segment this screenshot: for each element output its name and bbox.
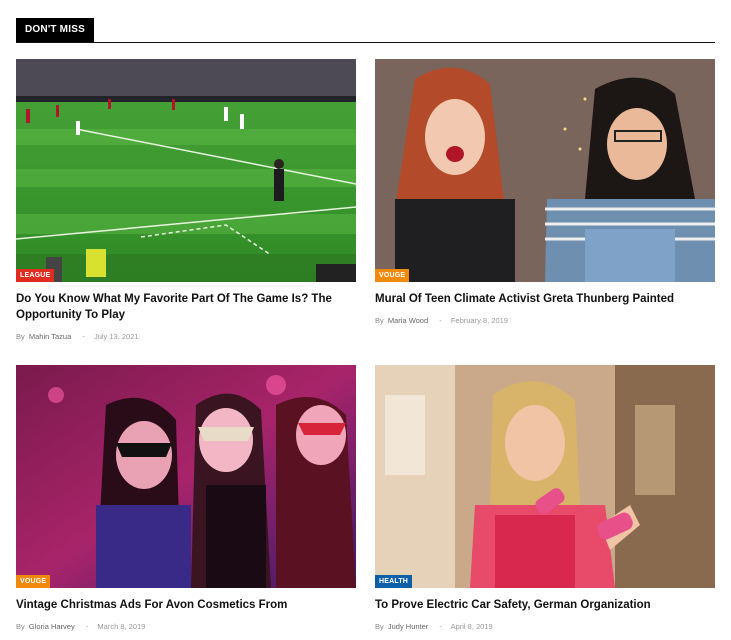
category-badge-vouge[interactable]: VOUGE [16, 575, 51, 588]
post-thumbnail[interactable]: VOUGE [375, 59, 715, 282]
post-card: VOUGE Mural Of Teen Climate Activist Gre… [375, 59, 715, 326]
post-meta: By Gloria Harvey - March 8, 2019 [16, 622, 356, 632]
post-date: July 13, 2021 [93, 332, 139, 341]
post-thumbnail[interactable]: LEAGUE [16, 59, 356, 282]
post-author[interactable]: Mahin Tazua [29, 332, 71, 341]
masquerade-party-image [16, 365, 356, 588]
woman-dumbbells-image [375, 365, 715, 588]
meta-separator: - [439, 316, 442, 325]
post-card: VOUGE Vintage Christmas Ads For Avon Cos… [16, 365, 356, 632]
category-badge-vouge[interactable]: VOUGE [375, 269, 410, 282]
post-card: HEALTH To Prove Electric Car Safety, Ger… [375, 365, 715, 632]
by-label: By [16, 332, 25, 341]
post-date: February 8, 2019 [450, 316, 508, 325]
two-girls-image [375, 59, 715, 282]
meta-separator: - [85, 622, 89, 631]
section-title: DON'T MISS [16, 18, 94, 42]
post-author[interactable]: Maria Wood [388, 316, 428, 325]
section-header: DON'T MISS [16, 18, 715, 43]
post-meta: By Mahin Tazua - July 13, 2021 [16, 332, 356, 342]
post-meta: By Judy Hunter - April 8, 2019 [375, 622, 715, 632]
post-meta: By Maria Wood - February 8, 2019 [375, 316, 715, 326]
post-author[interactable]: Gloria Harvey [29, 622, 75, 631]
meta-separator: - [439, 622, 442, 631]
post-date: April 8, 2019 [450, 622, 493, 631]
by-label: By [375, 622, 384, 631]
post-card: LEAGUE Do You Know What My Favorite Part… [16, 59, 356, 342]
post-thumbnail[interactable]: HEALTH [375, 365, 715, 588]
post-title[interactable]: Mural Of Teen Climate Activist Greta Thu… [375, 291, 695, 307]
post-title[interactable]: Do You Know What My Favorite Part Of The… [16, 291, 336, 323]
category-badge-league[interactable]: LEAGUE [16, 269, 55, 282]
post-title[interactable]: To Prove Electric Car Safety, German Org… [375, 597, 695, 613]
post-title[interactable]: Vintage Christmas Ads For Avon Cosmetics… [16, 597, 336, 613]
by-label: By [375, 316, 384, 325]
category-badge-health[interactable]: HEALTH [375, 575, 413, 588]
meta-separator: - [82, 332, 85, 341]
post-author[interactable]: Judy Hunter [388, 622, 428, 631]
post-thumbnail[interactable]: VOUGE [16, 365, 356, 588]
soccer-field-image [16, 59, 356, 282]
post-date: March 8, 2019 [97, 622, 146, 631]
by-label: By [16, 622, 25, 631]
